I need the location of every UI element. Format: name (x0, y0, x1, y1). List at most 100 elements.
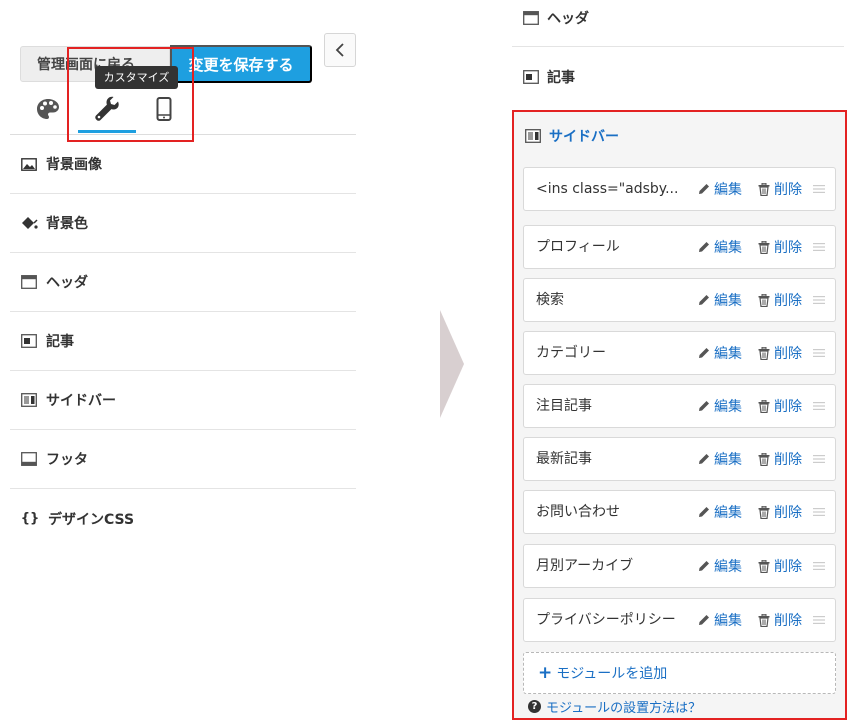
module-item[interactable]: 月別アーカイブ 編集 削除 (523, 544, 836, 588)
module-item[interactable]: 検索 編集 削除 (523, 278, 836, 322)
edit-module-button[interactable]: 編集 (698, 599, 742, 641)
delete-module-button[interactable]: 削除 (758, 332, 802, 374)
delete-module-button[interactable]: 削除 (758, 168, 802, 210)
section-header[interactable]: ヘッダ (512, 6, 844, 30)
help-label: モジュールの設置方法は？ (546, 700, 702, 716)
edit-module-button[interactable]: 編集 (698, 545, 742, 587)
menu-item-design-css[interactable]: {} デザインCSS (10, 489, 356, 548)
drag-handle-icon[interactable] (813, 241, 825, 253)
sidebar-section-header[interactable]: サイドバー (524, 126, 619, 146)
menu-item-article[interactable]: 記事 (10, 312, 356, 371)
module-name: 注目記事 (536, 398, 592, 414)
menu-item-sidebar[interactable]: サイドバー (10, 371, 356, 430)
edit-label: 編集 (714, 182, 742, 198)
drag-handle-icon[interactable] (813, 560, 825, 572)
collapse-panel-button[interactable] (324, 33, 356, 67)
header-layout-icon (522, 11, 539, 26)
delete-label: 削除 (774, 346, 802, 362)
trash-icon (758, 182, 770, 196)
pencil-icon (699, 561, 709, 571)
tab-customize[interactable] (87, 94, 127, 124)
delete-label: 削除 (774, 240, 802, 256)
module-help-link[interactable]: ? モジュールの設置方法は？ (528, 696, 701, 716)
menu-item-label: 背景色 (46, 216, 88, 232)
delete-module-button[interactable]: 削除 (758, 491, 802, 533)
module-item[interactable]: 注目記事 編集 削除 (523, 384, 836, 428)
module-item[interactable]: <ins class="adsby... 編集 削除 (523, 167, 836, 211)
delete-module-button[interactable]: 削除 (758, 226, 802, 268)
trash-icon (758, 505, 770, 519)
pencil-icon (699, 295, 709, 305)
menu-item-label: デザインCSS (48, 511, 135, 528)
edit-module-button[interactable]: 編集 (698, 385, 742, 427)
image-icon (20, 156, 38, 172)
edit-module-button[interactable]: 編集 (698, 279, 742, 321)
menu-item-label: ヘッダ (46, 275, 88, 291)
sidebar-layout-icon (524, 129, 541, 144)
footer-layout-icon (20, 451, 38, 467)
add-module-label: モジュールを追加 (556, 666, 668, 682)
module-name: プライバシーポリシー (536, 612, 676, 628)
delete-module-button[interactable]: 削除 (758, 279, 802, 321)
delete-module-button[interactable]: 削除 (758, 599, 802, 641)
menu-item-label: サイドバー (46, 393, 116, 409)
menu-item-background-color[interactable]: 背景色 (10, 194, 356, 253)
drag-handle-icon[interactable] (813, 614, 825, 626)
edit-label: 編集 (714, 505, 742, 521)
article-layout-icon (522, 70, 539, 85)
tab-mobile[interactable] (144, 94, 184, 124)
mobile-icon (156, 97, 172, 121)
paint-bucket-icon (20, 215, 38, 231)
delete-module-button[interactable]: 削除 (758, 438, 802, 480)
drag-handle-icon[interactable] (813, 506, 825, 518)
drag-handle-icon[interactable] (813, 183, 825, 195)
edit-module-button[interactable]: 編集 (698, 226, 742, 268)
module-item[interactable]: プロフィール 編集 削除 (523, 225, 836, 269)
save-changes-button[interactable]: 変更を保存する (170, 45, 312, 83)
edit-module-button[interactable]: 編集 (698, 438, 742, 480)
sidebar-layout-icon (20, 392, 38, 408)
add-module-button[interactable]: + モジュールを追加 (523, 652, 836, 694)
trash-icon (758, 399, 770, 413)
delete-module-button[interactable]: 削除 (758, 545, 802, 587)
section-label: ヘッダ (547, 11, 589, 27)
delete-label: 削除 (774, 293, 802, 309)
edit-label: 編集 (714, 559, 742, 575)
question-icon: ? (528, 699, 541, 713)
palette-icon (37, 99, 59, 119)
edit-module-button[interactable]: 編集 (698, 332, 742, 374)
drag-handle-icon[interactable] (813, 347, 825, 359)
code-braces-icon: {} (20, 511, 40, 526)
active-tab-indicator (78, 130, 136, 133)
menu-item-background-image[interactable]: 背景画像 (10, 135, 356, 194)
edit-label: 編集 (714, 613, 742, 629)
pencil-icon (699, 348, 709, 358)
drag-handle-icon[interactable] (813, 294, 825, 306)
delete-label: 削除 (774, 452, 802, 468)
tab-design-theme[interactable] (28, 94, 68, 124)
module-item[interactable]: お問い合わせ 編集 削除 (523, 490, 836, 534)
menu-item-header[interactable]: ヘッダ (10, 253, 356, 312)
chevron-left-icon (335, 43, 344, 57)
drag-handle-icon[interactable] (813, 453, 825, 465)
edit-module-button[interactable]: 編集 (698, 491, 742, 533)
section-divider (512, 46, 844, 47)
edit-label: 編集 (714, 346, 742, 362)
section-article[interactable]: 記事 (512, 65, 844, 89)
module-name: 検索 (536, 292, 564, 308)
module-item[interactable]: プライバシーポリシー 編集 削除 (523, 598, 836, 642)
drag-handle-icon[interactable] (813, 400, 825, 412)
delete-module-button[interactable]: 削除 (758, 385, 802, 427)
edit-label: 編集 (714, 452, 742, 468)
edit-module-button[interactable]: 編集 (698, 168, 742, 210)
edit-label: 編集 (714, 293, 742, 309)
menu-item-label: 記事 (46, 334, 74, 350)
customize-sidebar: 管理画面に戻る 変更を保存する カスタマイズ 背景画像 背景色 ヘッダ 記事 サ… (0, 0, 360, 728)
module-item[interactable]: 最新記事 編集 削除 (523, 437, 836, 481)
module-name: 最新記事 (536, 451, 592, 467)
menu-item-label: フッタ (46, 452, 88, 468)
section-label: 記事 (547, 70, 575, 86)
menu-item-footer[interactable]: フッタ (10, 430, 356, 489)
module-item[interactable]: カテゴリー 編集 削除 (523, 331, 836, 375)
plus-icon: + (538, 663, 553, 683)
